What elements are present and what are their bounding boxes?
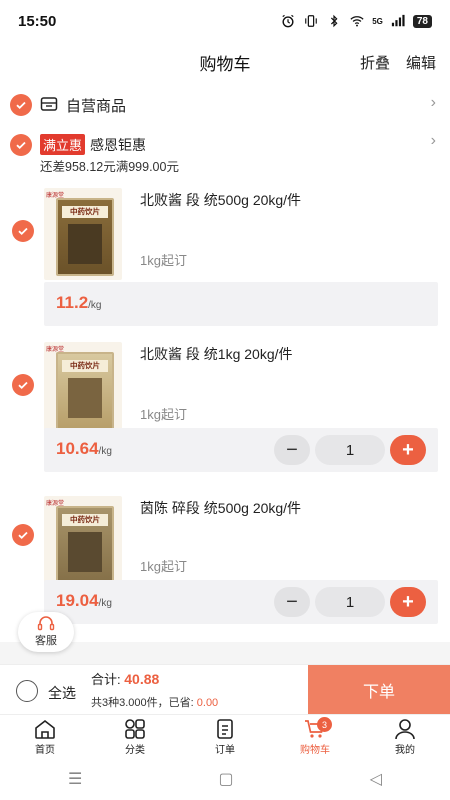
cart-item: 康源堂 中药饮片 北败酱 段 统500g 20kg/件 1kg起订 11.2/k… [0, 186, 450, 336]
item-checkbox[interactable] [12, 220, 34, 242]
battery-level: 78 [412, 14, 432, 28]
item-checkbox[interactable] [12, 374, 34, 396]
status-bar: 15:50 5G 78 [0, 0, 450, 42]
bluetooth-icon [331, 14, 338, 28]
home-icon [35, 719, 55, 739]
menu-icon[interactable]: ☰ [68, 769, 82, 789]
headset-icon [37, 616, 55, 631]
product-image[interactable]: 康源堂 中药饮片 [44, 342, 122, 434]
product-price: 11.2/kg [56, 293, 102, 312]
total-line: 合计: 40.88 [91, 671, 160, 687]
increase-button[interactable]: + [390, 435, 426, 465]
alarm-icon [282, 14, 294, 28]
promo-name: 感恩钜惠 [90, 137, 146, 153]
checkout-bar: 全选 合计: 40.88 共3种3.000件，已省: 0.00 下单 [0, 664, 450, 715]
system-nav-bar: ☰ ▢ ◁ [0, 758, 450, 800]
customer-service-button[interactable]: 客服 [18, 612, 74, 652]
store-checkbox[interactable] [10, 94, 32, 116]
promo-subtitle: 还差958.12元满999.00元 [40, 160, 179, 174]
tab-bar: 首页 分类 订单 3 购物车 我的 [0, 714, 450, 758]
status-icons: 5G 78 [280, 14, 432, 28]
tab-home[interactable]: 首页 [0, 715, 90, 758]
tab-profile[interactable]: 我的 [360, 715, 450, 758]
back-icon[interactable]: ◁ [370, 769, 382, 789]
quantity-field[interactable]: 1 [315, 435, 385, 465]
product-image-label: 中药饮片 [62, 360, 108, 372]
saved-value: 0.00 [196, 697, 219, 709]
product-name[interactable]: 北败酱 段 统1kg 20kg/件 [140, 344, 293, 364]
product-image-label: 中药饮片 [62, 206, 108, 218]
item-checkbox[interactable] [12, 524, 34, 546]
increase-button[interactable]: + [390, 587, 426, 617]
decrease-button[interactable]: − [274, 587, 310, 617]
chevron-right-icon[interactable]: › [431, 132, 436, 150]
check-icon [18, 227, 28, 236]
edit-button[interactable]: 编辑 [406, 52, 436, 73]
total-value: 40.88 [124, 671, 160, 687]
tab-orders[interactable]: 订单 [180, 715, 270, 758]
nav-actions: 折叠 编辑 [360, 42, 436, 82]
cart-badge: 3 [317, 717, 332, 732]
customer-service-label: 客服 [35, 635, 57, 647]
decrease-button[interactable]: − [274, 435, 310, 465]
cart-item: 康源堂 中药饮片 北败酱 段 统1kg 20kg/件 1kg起订 10.64/k… [0, 340, 450, 490]
check-icon [18, 531, 28, 540]
cart-content: 自营商品 › 满立惠 感恩钜惠 › 还差958.12元满999.00元 康源堂 … [0, 82, 450, 642]
price-box: 11.2/kg [44, 282, 438, 326]
nav-bar: 购物车 折叠 编辑 [0, 42, 450, 82]
store-icon [40, 97, 58, 111]
check-icon [16, 141, 26, 150]
promo-tag: 满立惠 [40, 134, 86, 155]
store-row[interactable]: 自营商品 › [0, 92, 450, 118]
wifi-icon [350, 16, 364, 27]
home-square-icon[interactable]: ▢ [218, 769, 233, 789]
select-all-label[interactable]: 全选 [48, 683, 76, 703]
tab-label: 购物车 [300, 744, 330, 756]
summary-line: 共3种3.000件，已省: 0.00 [91, 697, 219, 709]
place-order-button[interactable]: 下单 [308, 665, 450, 715]
page-title: 购物车 [199, 54, 251, 74]
tab-label: 首页 [35, 744, 55, 756]
product-image[interactable]: 康源堂 中药饮片 [44, 188, 122, 280]
tab-label: 分类 [125, 744, 145, 756]
product-price: 10.64/kg [56, 439, 112, 458]
tab-label: 订单 [215, 744, 235, 756]
network-type: 5G [372, 16, 383, 26]
tab-category[interactable]: 分类 [90, 715, 180, 758]
category-icon [125, 718, 145, 739]
profile-icon [395, 718, 415, 739]
product-moq: 1kg起订 [140, 559, 187, 574]
product-name[interactable]: 茵陈 碎段 统500g 20kg/件 [140, 498, 301, 518]
product-price: 19.04/kg [56, 591, 112, 610]
signal-icon [391, 14, 405, 27]
tab-label: 我的 [395, 744, 415, 756]
check-icon [16, 101, 26, 110]
product-image[interactable]: 康源堂 中药饮片 [44, 496, 122, 588]
product-image-label: 中药饮片 [62, 514, 108, 526]
promo-row[interactable]: 满立惠 感恩钜惠 › 还差958.12元满999.00元 [0, 132, 450, 174]
order-icon [217, 718, 233, 739]
price-box: 10.64/kg − 1 + [44, 428, 438, 472]
status-time: 15:50 [18, 12, 57, 30]
quantity-stepper: − 1 + [274, 434, 426, 466]
quantity-stepper: − 1 + [274, 586, 426, 618]
vibrate-icon [305, 15, 318, 27]
store-name: 自营商品 [66, 98, 127, 115]
chevron-right-icon[interactable]: › [431, 94, 436, 112]
check-icon [18, 381, 28, 390]
collapse-button[interactable]: 折叠 [360, 52, 390, 73]
product-moq: 1kg起订 [140, 407, 187, 422]
tab-cart[interactable]: 3 购物车 [270, 715, 360, 758]
promo-checkbox[interactable] [10, 134, 32, 156]
quantity-field[interactable]: 1 [315, 587, 385, 617]
product-name[interactable]: 北败酱 段 统500g 20kg/件 [140, 190, 301, 210]
product-moq: 1kg起订 [140, 253, 187, 268]
price-box: 19.04/kg − 1 + [44, 580, 438, 624]
select-all-radio[interactable] [16, 680, 38, 702]
